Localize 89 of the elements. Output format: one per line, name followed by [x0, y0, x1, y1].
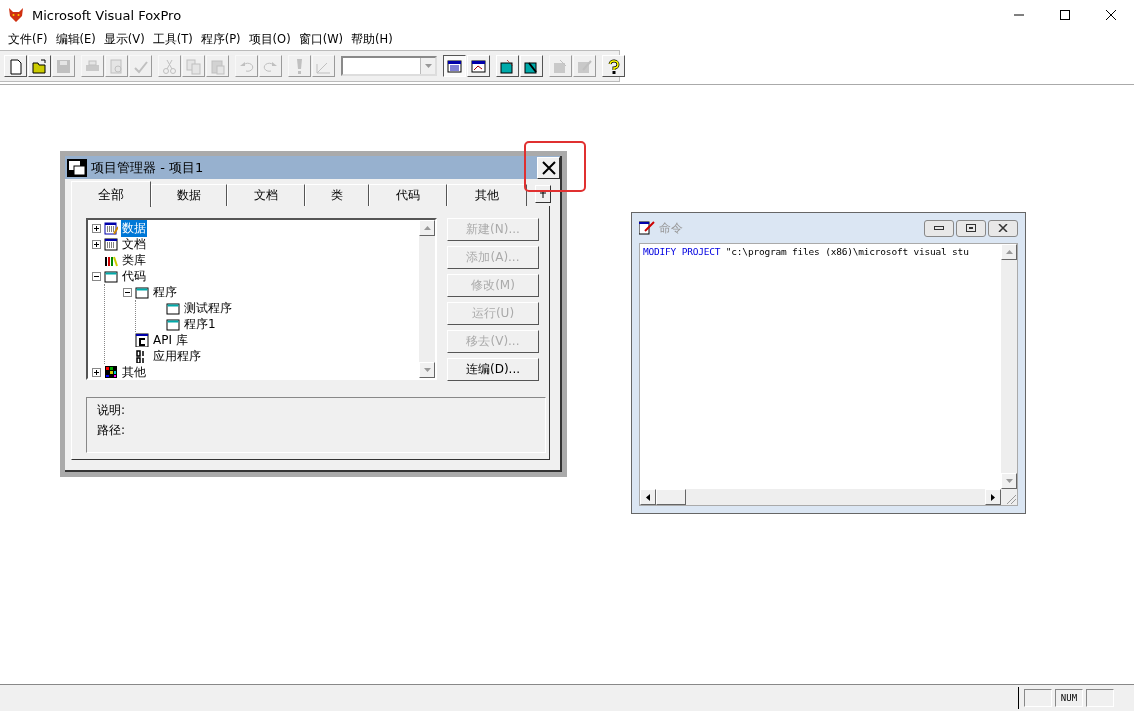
menu-item[interactable]: 文件(F) [4, 31, 52, 47]
expand-icon[interactable] [92, 239, 101, 249]
window-icon [166, 301, 180, 315]
tab[interactable]: 代码 [369, 184, 447, 206]
status-indicator: NUM [1055, 689, 1083, 707]
pin-icon [540, 190, 546, 198]
action-button[interactable]: 连编(D)... [447, 358, 539, 381]
dropdown-arrow-icon [424, 64, 432, 68]
wizard-toolbar-button[interactable] [496, 55, 519, 77]
status-panel [1086, 689, 1114, 707]
down-arrow-icon [423, 368, 431, 372]
fox-logo-icon [8, 7, 24, 23]
session-icon [470, 57, 487, 75]
close-icon [1106, 10, 1116, 20]
window-icon [135, 285, 149, 299]
tree-item[interactable]: 数据 [121, 220, 147, 237]
down-arrow-icon [1005, 479, 1013, 483]
close-icon [998, 224, 1008, 232]
expand-icon[interactable] [92, 367, 101, 377]
tree-item[interactable]: 代码 [121, 267, 147, 285]
scroll-down-button[interactable] [1001, 473, 1017, 489]
new-toolbar-button[interactable] [4, 55, 27, 77]
help-toolbar-button[interactable] [602, 55, 625, 77]
info-label: 说明: [97, 402, 127, 419]
builder-icon [552, 57, 569, 75]
right-arrow-icon [991, 493, 995, 501]
preview-icon [108, 57, 125, 75]
window-icon [166, 317, 180, 331]
highlight-frame [524, 141, 586, 192]
tab[interactable]: 数据 [151, 184, 227, 206]
wizard2-toolbar-button[interactable] [520, 55, 543, 77]
window-title: Microsoft Visual FoxPro [32, 7, 182, 23]
windows-icon [67, 158, 87, 177]
copy-icon [185, 57, 202, 75]
scroll-down-button[interactable] [419, 362, 435, 378]
window-icon [104, 269, 118, 283]
minimize-icon [934, 226, 944, 230]
window-title: 项目管理器 - 项目1 [91, 158, 204, 177]
scroll-right-button[interactable] [985, 489, 1001, 505]
menu-item[interactable]: 工具(T) [148, 31, 197, 47]
collapse-icon[interactable] [92, 271, 101, 281]
status-panel [1024, 689, 1052, 707]
close-button[interactable] [988, 219, 1018, 237]
session-toolbar-button[interactable] [467, 55, 490, 77]
window-title: 命令 [659, 219, 683, 237]
close-icon [541, 160, 556, 175]
collapse-icon[interactable] [123, 287, 132, 297]
tree-item[interactable]: 文档 [121, 235, 147, 253]
menu-item[interactable]: 项目(O) [244, 31, 295, 47]
new-icon [7, 57, 24, 75]
open-icon [31, 57, 48, 75]
tab[interactable]: 类 [305, 184, 369, 206]
minimize-button[interactable] [924, 219, 954, 237]
save-icon [55, 57, 72, 75]
run-icon [297, 58, 302, 74]
up-arrow-icon [1005, 250, 1013, 254]
expand-icon[interactable] [92, 223, 101, 233]
paste-icon [209, 57, 226, 75]
menu-item[interactable]: 程序(P) [196, 31, 245, 47]
tree-item[interactable]: 程序 [152, 283, 178, 301]
menu-item[interactable]: 帮助(H) [347, 31, 397, 47]
tab[interactable]: 文档 [227, 184, 305, 206]
restore-icon [966, 224, 976, 232]
pencil-window-icon [639, 221, 655, 235]
tree-item[interactable]: API 库 [152, 331, 189, 349]
wizard-icon [499, 57, 516, 75]
tree-item[interactable]: 应用程序 [152, 347, 202, 365]
open-toolbar-button[interactable] [28, 55, 51, 77]
tree-item[interactable]: 程序1 [183, 315, 217, 333]
cut-icon [161, 57, 178, 75]
menu-item[interactable]: 编辑(E) [51, 31, 100, 47]
info-label: 路径: [97, 422, 127, 439]
scroll-thumb[interactable] [656, 489, 686, 505]
command-toolbar-button[interactable] [443, 55, 466, 77]
tree-item[interactable]: 其他 [121, 363, 147, 378]
up-arrow-icon [423, 226, 431, 230]
scroll-up-button[interactable] [1001, 244, 1017, 260]
menu-item[interactable]: 显示(V) [99, 31, 149, 47]
scroll-up-button[interactable] [419, 220, 435, 236]
tree-item[interactable]: 类库 [121, 251, 147, 269]
menu-item[interactable]: 窗口(W) [294, 31, 347, 47]
maximize-icon [1060, 10, 1070, 20]
tab[interactable]: 其他 [447, 184, 527, 206]
left-arrow-icon [646, 493, 650, 501]
tab[interactable]: 全部 [71, 181, 151, 207]
tree-item[interactable]: 测试程序 [183, 299, 233, 317]
restore-button[interactable] [956, 219, 986, 237]
scroll-left-button[interactable] [640, 489, 656, 505]
command-icon [446, 57, 463, 75]
